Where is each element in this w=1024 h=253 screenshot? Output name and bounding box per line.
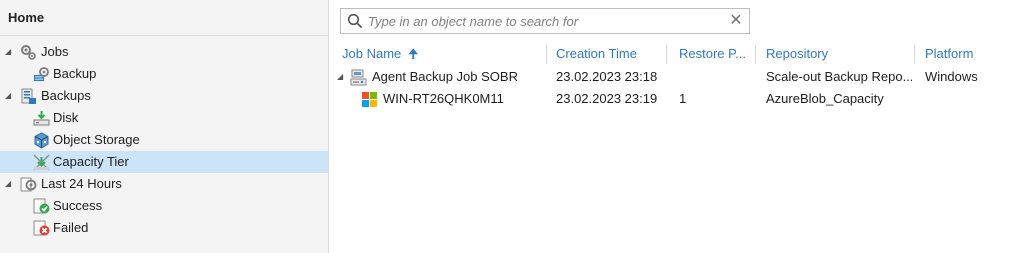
column-header-label: Job Name [342,46,402,61]
nav-header-home: Home [0,0,328,36]
table-header: Job Name 🠉 Creation Time Restore P... Re… [330,43,1024,65]
column-header-job-name[interactable]: Job Name 🠉 [342,43,542,65]
failed-icon [33,220,50,236]
cell-creation-time: 23.02.2023 23:18 [556,69,658,84]
nav-tree: ◢ Jobs Backup ◢ Backups Disk Object Stor… [0,41,328,239]
column-header-repository[interactable]: Repository [766,43,911,65]
tree-label-capacity-tier: Capacity Tier [53,154,129,169]
tree-item-object-storage[interactable]: Object Storage [0,129,328,151]
main-pane: ✕ Job Name 🠉 Creation Time Restore P... … [330,0,1024,253]
agent-job-icon [350,69,367,86]
column-divider[interactable] [755,45,756,64]
tree-label-last-24-hours: Last 24 Hours [41,176,122,191]
column-divider[interactable] [666,45,667,64]
backup-job-icon [34,67,49,81]
column-divider[interactable] [914,45,915,64]
tree-item-disk[interactable]: Disk [0,107,328,129]
last-24-hours-icon [20,177,37,192]
expanded-arrow-icon[interactable]: ◢ [337,66,343,88]
cell-repository: Scale-out Backup Repo... [766,69,912,84]
tree-label-failed: Failed [53,220,89,235]
tree-item-backup[interactable]: Backup [0,63,328,85]
expanded-arrow-icon[interactable]: ◢ [5,41,11,63]
backups-icon [21,88,36,104]
cell-repository: AzureBlob_Capacity [766,91,884,106]
object-storage-icon [34,132,49,149]
cell-job-name: Agent Backup Job SOBR [372,69,518,84]
capacity-tier-icon [33,154,50,171]
expanded-arrow-icon[interactable]: ◢ [5,85,11,107]
search-icon [347,13,363,29]
navigation-pane: Home ◢ Jobs Backup ◢ Backups Disk Object… [0,0,329,253]
tree-item-failed[interactable]: Failed [0,217,328,239]
column-header-platform[interactable]: Platform [925,43,1020,65]
cell-platform: Windows [925,69,978,84]
search-input[interactable] [368,12,718,30]
disk-icon [33,111,50,126]
tree-label-jobs: Jobs [41,44,69,59]
column-divider[interactable] [546,45,547,64]
tree-item-backups[interactable]: ◢ Backups [0,85,328,107]
tree-label-success: Success [53,198,103,213]
sort-ascending-icon: 🠉 [407,46,419,61]
tree-item-success[interactable]: Success [0,195,328,217]
success-icon [33,198,50,214]
tree-label-backup: Backup [53,66,97,81]
jobs-gear-icon [21,45,36,60]
search-box[interactable]: ✕ [340,8,750,34]
cell-creation-time: 23.02.2023 23:19 [556,91,658,106]
windows-machine-icon [362,92,377,107]
tree-label-disk: Disk [53,110,79,125]
tree-item-jobs[interactable]: ◢ Jobs [0,41,328,63]
tree-label-object-storage: Object Storage [53,132,140,147]
cell-restore-points: 1 [679,91,687,106]
table-row[interactable]: ◢ Agent Backup Job SOBR 23.02.2023 23:18… [330,66,1024,88]
expanded-arrow-icon[interactable]: ◢ [5,173,11,195]
tree-label-backups: Backups [41,88,91,103]
tree-item-last-24-hours[interactable]: ◢ Last 24 Hours [0,173,328,195]
tree-item-capacity-tier[interactable]: Capacity Tier [0,151,328,173]
clear-search-icon[interactable]: ✕ [727,11,745,31]
column-header-restore-points[interactable]: Restore P... [679,43,759,65]
column-header-creation-time[interactable]: Creation Time [556,43,661,65]
table-row[interactable]: WIN-RT26QHK0M11 23.02.2023 23:19 1 Azure… [330,88,1024,110]
cell-job-name: WIN-RT26QHK0M11 [383,91,504,106]
